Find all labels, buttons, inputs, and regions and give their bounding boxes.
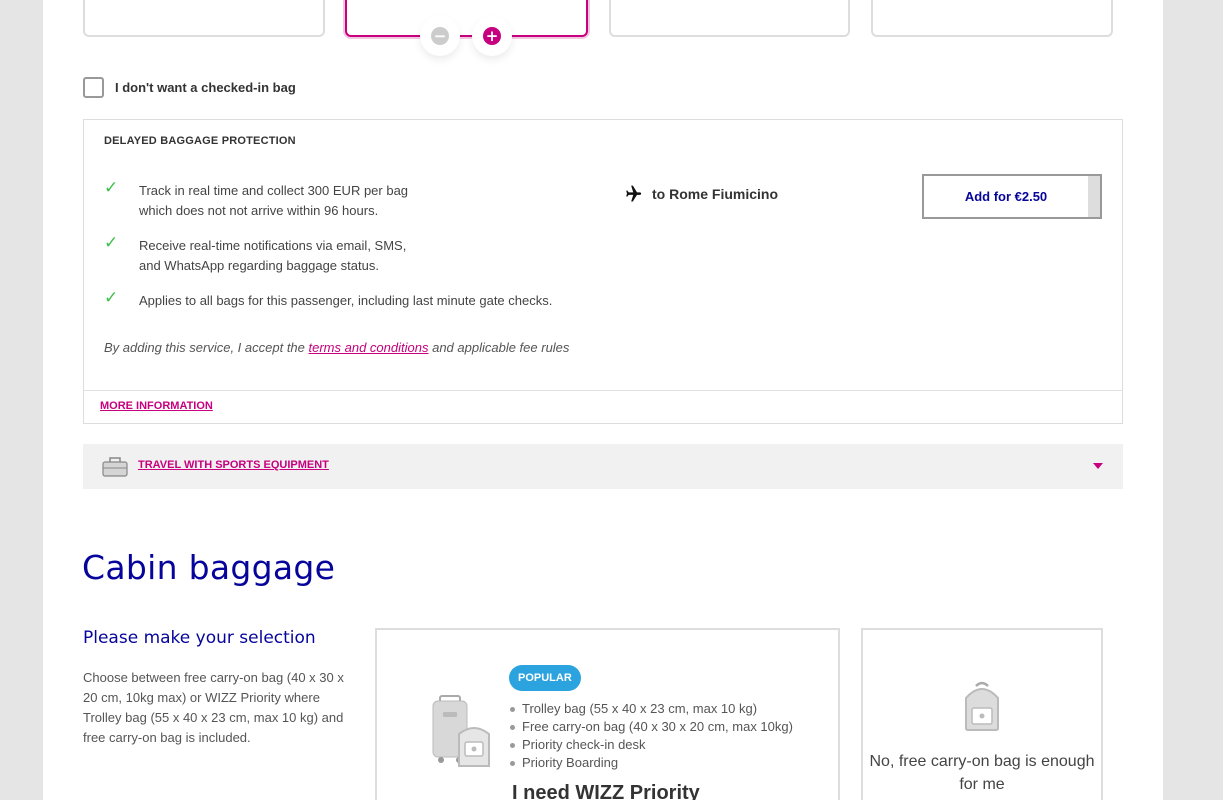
no-checked-bag-checkbox[interactable] <box>83 77 104 98</box>
checkmark-icon: ✓ <box>104 233 119 253</box>
terms-text: By adding this service, I accept the ter… <box>104 340 570 355</box>
cabin-baggage-title: Cabin baggage <box>82 548 336 587</box>
decrease-bag-button[interactable]: − <box>420 16 460 56</box>
checkmark-icon: ✓ <box>104 178 119 198</box>
protection-title: DELAYED BAGGAGE PROTECTION <box>104 135 296 147</box>
list-item: Free carry-on bag (40 x 30 x 20 cm, max … <box>509 718 793 736</box>
chevron-down-icon <box>1093 463 1103 469</box>
feature-item: Receive real-time notifications via emai… <box>139 238 407 273</box>
destination-label: to Rome Fiumicino <box>652 186 778 202</box>
wizz-priority-option-card[interactable]: POPULAR Trolley bag (55 x 40 x 23 cm, ma… <box>375 628 840 800</box>
list-item: Priority Boarding <box>509 754 793 772</box>
list-item: Priority check-in desk <box>509 736 793 754</box>
popular-badge: POPULAR <box>509 665 581 691</box>
backpack-icon <box>965 681 999 731</box>
trolley-bag-icon <box>432 695 490 767</box>
list-item: Trolley bag (55 x 40 x 23 cm, max 10 kg) <box>509 700 793 718</box>
terms-link[interactable]: terms and conditions <box>309 340 429 355</box>
sports-equipment-label: TRAVEL WITH SPORTS EQUIPMENT <box>138 459 329 471</box>
divider <box>84 390 1122 391</box>
selection-description: Choose between free carry-on bag (40 x 3… <box>83 670 344 745</box>
add-protection-button[interactable]: Add for €2.50 <box>922 174 1102 219</box>
feature-item: Track in real time and collect 300 EUR p… <box>139 183 409 218</box>
increase-bag-button[interactable]: + <box>472 16 512 56</box>
free-carry-on-label: No, free carry-on bag is enough for me <box>869 753 1095 793</box>
feature-item: Applies to all bags for this passenger, … <box>139 293 553 308</box>
delayed-baggage-protection-panel: DELAYED BAGGAGE PROTECTION ✓ Track in re… <box>83 119 1123 424</box>
selection-subtitle: Please make your selection <box>83 628 316 648</box>
bag-option-card-1[interactable] <box>83 0 325 37</box>
plus-icon: + <box>483 27 501 45</box>
more-information-link[interactable]: MORE INFORMATION <box>100 400 213 412</box>
sports-bag-icon <box>102 457 128 477</box>
priority-features-list: Trolley bag (55 x 40 x 23 cm, max 10 kg)… <box>509 700 793 772</box>
destination: to Rome Fiumicino <box>622 184 778 204</box>
bag-option-card-3[interactable] <box>609 0 850 37</box>
sports-equipment-toggle[interactable]: TRAVEL WITH SPORTS EQUIPMENT <box>83 444 1123 489</box>
minus-icon: − <box>431 27 449 45</box>
no-checked-bag-label[interactable]: I don't want a checked-in bag <box>115 80 296 95</box>
checkmark-icon: ✓ <box>104 288 119 308</box>
page: − + I don't want a checked-in bag DELAYE… <box>43 0 1163 800</box>
priority-option-title: I need WIZZ Priority <box>512 782 700 800</box>
bag-option-card-4[interactable] <box>871 0 1113 37</box>
free-carry-on-option-card[interactable]: No, free carry-on bag is enough for me <box>861 628 1103 800</box>
bag-option-card-selected[interactable] <box>345 0 588 37</box>
airplane-icon <box>626 185 642 202</box>
